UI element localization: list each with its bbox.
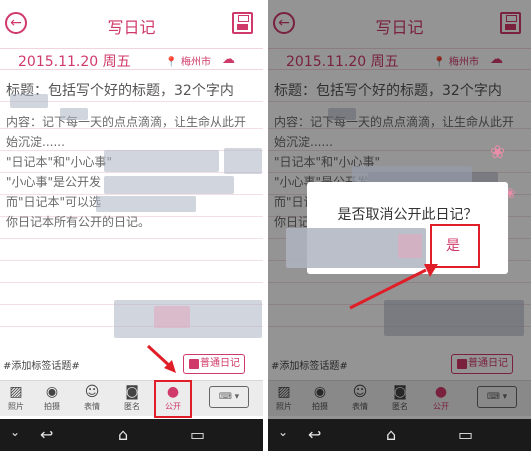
right-screen: ← 写日记 2015.11.20 周五 📍 梅州市 ☁ 标题：包括写个好的标题，… bbox=[268, 0, 531, 451]
divider bbox=[0, 260, 263, 261]
editor-toolbar: ▨ 照片 ◉ 拍摄 ☺ 表情 ◙ 匿名 ● 公开 ⌨ ▾ bbox=[0, 380, 263, 416]
app-header: ← 写日记 bbox=[0, 0, 263, 46]
home-nav-icon[interactable]: ⌂ bbox=[386, 425, 396, 444]
blurred-region bbox=[224, 148, 262, 174]
normal-diary-button[interactable]: 普通日记 bbox=[183, 354, 245, 374]
emoji-button[interactable]: ☺ 表情 bbox=[76, 383, 108, 417]
recents-nav-icon[interactable]: ▭ bbox=[190, 425, 205, 444]
blurred-region bbox=[96, 196, 196, 212]
cloud-sun-icon[interactable]: ☁ bbox=[222, 52, 235, 67]
chevron-down-icon[interactable]: ⌄ bbox=[278, 425, 288, 439]
content-line: 始沉淀...... bbox=[6, 135, 65, 149]
keyboard-icon[interactable]: ⌨ ▾ bbox=[209, 386, 249, 408]
anonymous-icon: ◙ bbox=[125, 384, 139, 400]
divider bbox=[0, 238, 263, 239]
location-label: 梅州市 bbox=[181, 57, 211, 68]
date-bar: 2015.11.20 周五 📍 梅州市 ☁ bbox=[0, 48, 263, 70]
divider bbox=[0, 282, 263, 283]
blurred-region bbox=[398, 234, 422, 258]
content-line: 内容：记下每一天的点点滴滴，让生命从此开 bbox=[6, 115, 247, 129]
tool-label: 照片 bbox=[8, 402, 24, 411]
blurred-region bbox=[104, 176, 234, 194]
smiley-icon: ☺ bbox=[84, 384, 100, 400]
save-disk-icon[interactable] bbox=[232, 12, 253, 34]
page-title: 写日记 bbox=[107, 18, 156, 37]
blurred-region bbox=[10, 94, 48, 108]
camera-button[interactable]: ◉ 拍摄 bbox=[36, 383, 68, 417]
content-line: 而"日记本"可以选 bbox=[6, 195, 102, 209]
tag-input[interactable]: #添加标签话题# bbox=[3, 357, 80, 372]
photo-button[interactable]: ▨ 照片 bbox=[0, 383, 32, 417]
content-line: "小心事"是公开发 bbox=[6, 175, 102, 189]
chevron-down-icon[interactable]: ⌄ bbox=[10, 425, 20, 439]
anonymous-button[interactable]: ◙ 匿名 bbox=[116, 383, 148, 417]
pointer-arrow bbox=[349, 264, 438, 310]
pointer-arrow bbox=[146, 344, 176, 373]
content-line: "日记本"和"小心事" bbox=[6, 155, 113, 169]
bunny-decoration-icon: ❀ bbox=[490, 142, 506, 163]
system-nav-bar: ⌄ ↩ ⌂ ▭ bbox=[0, 419, 263, 451]
home-nav-icon[interactable]: ⌂ bbox=[118, 425, 128, 444]
content-line: 你日记本所有公开的日记。 bbox=[6, 215, 151, 229]
blurred-region bbox=[104, 150, 219, 172]
blurred-region bbox=[154, 306, 190, 328]
tool-label: 表情 bbox=[84, 402, 100, 411]
date-text: 2015.11.20 周五 bbox=[18, 54, 131, 70]
highlight-box bbox=[154, 380, 192, 418]
image-icon: ▨ bbox=[9, 384, 23, 400]
dialog-message: 是否取消公开此日记？ bbox=[337, 207, 478, 223]
camera-icon: ◉ bbox=[45, 384, 59, 400]
tool-label: 匿名 bbox=[124, 402, 140, 411]
tool-label: 拍摄 bbox=[44, 402, 60, 411]
left-screen: ← 写日记 2015.11.20 周五 📍 梅州市 ☁ 标题：包括写个好的标题，… bbox=[0, 0, 263, 451]
back-nav-icon[interactable]: ↩ bbox=[40, 425, 53, 444]
location-text[interactable]: 📍 梅州市 bbox=[165, 53, 211, 68]
recents-nav-icon[interactable]: ▭ bbox=[458, 425, 473, 444]
blurred-region bbox=[60, 108, 88, 120]
back-nav-icon[interactable]: ↩ bbox=[308, 425, 321, 444]
system-nav-bar: ⌄ ↩ ⌂ ▭ bbox=[268, 419, 531, 451]
